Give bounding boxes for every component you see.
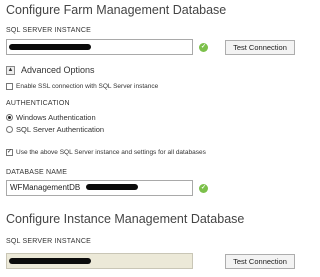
auth-windows-option[interactable]: Windows Authentication <box>6 113 96 122</box>
use-above-label: Use the above SQL Server instance and se… <box>16 149 206 156</box>
chevron-up-icon: ▲ <box>6 65 15 75</box>
auth-sql-radio[interactable] <box>6 126 13 133</box>
enable-ssl-label: Enable SSL connection with SQL Server in… <box>16 83 159 90</box>
authentication-label: AUTHENTICATION <box>6 100 70 107</box>
check-circle-icon: ✓ <box>199 184 208 193</box>
database-name-label: DATABASE NAME <box>6 169 68 176</box>
instance-test-connection-button[interactable]: Test Connection <box>225 254 295 269</box>
instance-section-title: Configure Instance Management Database <box>6 212 245 226</box>
check-circle-icon: ✓ <box>199 43 208 52</box>
instance-sql-server-label: SQL SERVER INSTANCE <box>6 238 91 245</box>
advanced-options-toggle[interactable]: ▲ Advanced Options <box>6 65 95 75</box>
auth-sql-option[interactable]: SQL Server Authentication <box>6 125 104 134</box>
farm-sql-server-label: SQL SERVER INSTANCE <box>6 27 91 34</box>
redaction-mark <box>9 44 91 50</box>
use-above-option[interactable]: ✓ Use the above SQL Server instance and … <box>6 149 206 156</box>
farm-test-connection-button[interactable]: Test Connection <box>225 40 295 55</box>
use-above-checkbox[interactable]: ✓ <box>6 149 13 156</box>
auth-sql-label: SQL Server Authentication <box>16 125 105 134</box>
enable-ssl-checkbox[interactable] <box>6 83 13 90</box>
farm-section-title: Configure Farm Management Database <box>6 3 227 17</box>
redaction-mark <box>86 184 138 190</box>
auth-windows-radio[interactable] <box>6 114 13 121</box>
enable-ssl-option[interactable]: Enable SSL connection with SQL Server in… <box>6 83 158 90</box>
auth-windows-label: Windows Authentication <box>16 113 96 122</box>
advanced-options-label: Advanced Options <box>21 65 95 75</box>
redaction-mark <box>9 258 91 264</box>
